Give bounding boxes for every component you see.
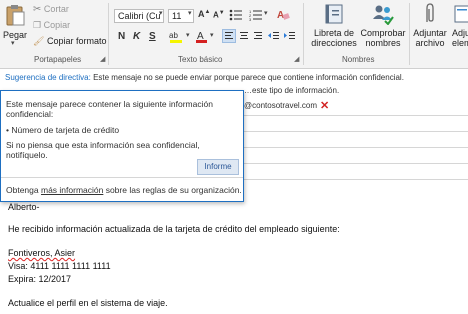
highlighter-icon: ab	[169, 31, 182, 43]
expiry-line: Expira: 12/2017	[8, 274, 72, 284]
grow-font-button[interactable]: A▲	[198, 9, 210, 19]
cut-button[interactable]: ✂ Cortar	[33, 4, 69, 16]
chevron-down-icon[interactable]: ▾	[159, 9, 163, 17]
greeting: Alberto-	[8, 202, 40, 212]
clear-format-button[interactable]: A	[276, 7, 290, 23]
paperclip-icon	[426, 3, 434, 22]
attach-item-button[interactable]: Adjuntar elem	[449, 3, 468, 53]
field-divider	[244, 147, 468, 148]
report-button[interactable]: Informe	[197, 159, 239, 175]
bullets-button[interactable]	[229, 8, 243, 24]
policy-tip-prefix: Sugerencia de directiva:	[5, 73, 91, 82]
svg-text:3: 3	[249, 17, 252, 22]
bullets-icon	[229, 9, 242, 21]
font-color-icon: A	[196, 31, 207, 43]
popup-divider	[1, 177, 243, 178]
employee-name: Fontiveros, Asier	[8, 248, 76, 258]
clipboard-group-label: Portapapeles	[34, 55, 82, 64]
copy-button[interactable]: ❐ Copiar	[33, 20, 70, 32]
chevron-down-icon: ▾	[11, 40, 15, 47]
scissors-icon: ✂	[33, 4, 42, 16]
popup-footer-before: Obtenga	[6, 185, 41, 195]
align-center-button[interactable]	[238, 30, 250, 44]
address-book-button[interactable]: Libreta de direcciones	[308, 3, 360, 53]
decrease-indent-icon	[268, 32, 279, 39]
group-separator	[409, 3, 410, 65]
paste-icon	[6, 5, 25, 26]
field-divider	[244, 179, 468, 180]
popup-footer: Obtenga más información sobre las reglas…	[6, 185, 242, 196]
check-names-icon	[373, 5, 394, 25]
to-field-value: …este tipo de información.	[244, 86, 340, 95]
ribbon: Pegar ▾ ✂ Cortar ❐ Copiar 🖌 Copiar forma…	[0, 0, 468, 69]
align-right-button[interactable]	[252, 30, 264, 44]
policy-tip-message: Este mensaje no se puede enviar porque p…	[93, 73, 404, 82]
to-field[interactable]: …este tipo de información.	[240, 86, 468, 98]
paste-button[interactable]: Pegar ▾	[3, 4, 27, 48]
address-book-icon	[325, 4, 343, 24]
intro-line: He recibido información actualizada de l…	[8, 224, 340, 234]
field-divider	[244, 131, 468, 132]
numbering-icon: 1 2 3	[249, 9, 262, 22]
chevron-down-icon[interactable]: ▾	[210, 31, 214, 39]
popup-bullet: • Número de tarjeta de crédito	[6, 125, 120, 135]
policy-tip-bar[interactable]: Sugerencia de directiva: Este mensaje no…	[0, 70, 468, 86]
copy-label: Copiar	[43, 20, 71, 30]
popup-line-4: notifíquelo.	[6, 150, 48, 160]
field-divider	[244, 163, 468, 164]
names-group-label: Nombres	[342, 55, 375, 64]
align-left-icon	[225, 32, 233, 39]
chevron-down-icon[interactable]: ▾	[264, 9, 268, 17]
paintbrush-icon: 🖌	[33, 36, 45, 47]
increase-indent-icon	[284, 32, 295, 39]
popup-line-2: confidencial:	[6, 109, 54, 119]
dialog-launcher-icon[interactable]: ◢	[100, 55, 105, 63]
chevron-down-icon[interactable]: ▾	[186, 31, 190, 39]
align-left-button[interactable]	[222, 29, 236, 43]
copy-icon: ❐	[33, 20, 42, 31]
chevron-down-icon[interactable]: ▾	[188, 9, 192, 17]
cut-label: Cortar	[43, 4, 69, 14]
underline-button[interactable]: S	[149, 31, 156, 42]
svg-text:ab: ab	[169, 31, 178, 40]
bold-button[interactable]: N	[118, 31, 125, 42]
italic-button[interactable]: K	[133, 31, 140, 42]
learn-more-link[interactable]: más información	[41, 185, 103, 195]
font-name-dropdown[interactable]: Calibri (Cu	[114, 9, 164, 23]
font-name-value: Calibri (Cu	[118, 11, 161, 21]
group-separator	[108, 3, 109, 65]
highlight-button[interactable]: ab	[169, 29, 185, 47]
attach-item-icon	[454, 5, 468, 23]
basic-text-group-label: Texto básico	[178, 55, 223, 64]
paste-label: Pegar	[3, 30, 28, 40]
attach-file-button[interactable]: Adjuntar archivo	[412, 3, 448, 53]
font-size-value: 11	[172, 11, 182, 21]
align-right-icon	[254, 32, 262, 39]
check-names-label: Comprobar nombres	[360, 28, 406, 48]
group-separator	[303, 3, 304, 65]
address-book-label: Libreta de direcciones	[311, 28, 357, 48]
attach-item-label: Adjuntar elem	[452, 28, 468, 48]
visa-line: Visa: 4111 1111 1111 1111	[8, 261, 111, 271]
closing-line: Actualice el perfil en el sistema de via…	[8, 298, 168, 308]
shrink-font-button[interactable]: A▼	[213, 10, 225, 20]
check-names-button[interactable]: Comprobar nombres	[359, 3, 407, 53]
cc-recipient-address: @contosotravel.com	[244, 101, 318, 110]
attach-file-label: Adjuntar archivo	[413, 28, 447, 48]
cc-field[interactable]: @contosotravel.com ✕	[240, 99, 468, 113]
font-color-button[interactable]: A	[195, 29, 209, 47]
decrease-indent-button[interactable]	[268, 30, 280, 44]
format-painter-label: Copiar formato	[46, 36, 107, 46]
popup-footer-after: sobre las reglas de su organización.	[103, 185, 242, 195]
dialog-launcher-icon[interactable]: ◢	[294, 55, 299, 63]
numbering-button[interactable]: 1 2 3	[249, 8, 263, 24]
increase-indent-button[interactable]	[284, 30, 296, 44]
clear-format-icon: A	[277, 10, 290, 21]
error-x-icon: ✕	[320, 100, 330, 112]
format-painter-button[interactable]: 🖌 Copiar formato	[33, 36, 106, 48]
field-divider	[244, 115, 468, 116]
align-center-icon	[240, 32, 248, 39]
policy-tip-popup: Este mensaje parece contener la siguient…	[0, 90, 244, 202]
